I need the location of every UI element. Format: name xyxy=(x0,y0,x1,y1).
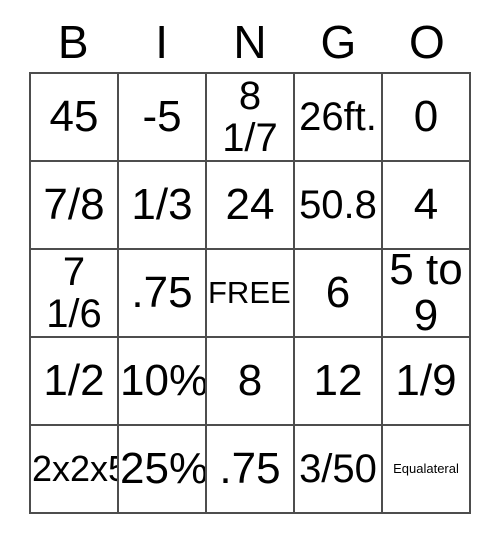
bingo-cell-text: 4 xyxy=(413,179,439,229)
bingo-header-row: B I N G O xyxy=(29,12,471,72)
bingo-cell-i1[interactable]: -5 xyxy=(119,74,207,162)
bingo-cell-text: .75 xyxy=(131,267,193,317)
bingo-cell-text: -5 xyxy=(142,91,182,141)
bingo-cell-text: 10% xyxy=(120,355,207,405)
bingo-cell-g4[interactable]: 12 xyxy=(295,338,383,426)
bingo-card: B I N G O 45 -5 8 1/7 26ft. 0 7/8 1/3 24… xyxy=(0,0,500,544)
bingo-cell-text: 1/9 xyxy=(395,355,457,405)
bingo-cell-o5[interactable]: Equalateral xyxy=(383,426,471,514)
bingo-cell-text: 8 xyxy=(237,355,263,405)
bingo-cell-text: 7 1/6 xyxy=(46,250,102,336)
bingo-cell-n5[interactable]: .75 xyxy=(207,426,295,514)
bingo-cell-o1[interactable]: 0 xyxy=(383,74,471,162)
bingo-cell-text: 24 xyxy=(225,179,275,229)
bingo-cell-text: 1/3 xyxy=(131,179,193,229)
bingo-cell-o3[interactable]: 5 to 9 xyxy=(383,250,471,338)
bingo-cell-i4[interactable]: 10% xyxy=(119,338,207,426)
bingo-cell-i5[interactable]: 25% xyxy=(119,426,207,514)
bingo-cell-o4[interactable]: 1/9 xyxy=(383,338,471,426)
bingo-cell-b5[interactable]: 2x2x5 xyxy=(31,426,119,514)
bingo-cell-g1[interactable]: 26ft. xyxy=(295,74,383,162)
bingo-cell-g2[interactable]: 50.8 xyxy=(295,162,383,250)
bingo-header-letter-n: N xyxy=(233,16,267,68)
bingo-header-letter-o: O xyxy=(408,16,445,68)
bingo-cell-g5[interactable]: 3/50 xyxy=(295,426,383,514)
bingo-cell-free-space[interactable]: FREE! xyxy=(207,250,295,338)
bingo-cell-i3[interactable]: .75 xyxy=(119,250,207,338)
bingo-header-letter-i: I xyxy=(155,16,168,68)
bingo-cell-text: 12 xyxy=(313,355,363,405)
bingo-cell-n4[interactable]: 8 xyxy=(207,338,295,426)
bingo-free-space-label: FREE! xyxy=(208,274,295,310)
bingo-cell-b3[interactable]: 7 1/6 xyxy=(31,250,119,338)
bingo-header-letter-g: G xyxy=(320,16,357,68)
bingo-cell-text: 3/50 xyxy=(299,447,377,491)
bingo-cell-text: 7/8 xyxy=(43,179,105,229)
bingo-cell-text: 45 xyxy=(49,91,99,141)
bingo-header-letter-b: B xyxy=(57,16,89,68)
bingo-cell-text: 8 1/7 xyxy=(222,74,278,160)
bingo-cell-o2[interactable]: 4 xyxy=(383,162,471,250)
bingo-cell-text: Equalateral xyxy=(393,461,459,477)
bingo-cell-text: 5 to 9 xyxy=(389,250,463,338)
bingo-cell-text: .75 xyxy=(219,443,281,493)
bingo-cell-text: 0 xyxy=(413,91,439,141)
bingo-cell-text: 26ft. xyxy=(299,95,377,139)
bingo-cell-text: 2x2x5 xyxy=(32,448,119,490)
bingo-cell-n1[interactable]: 8 1/7 xyxy=(207,74,295,162)
bingo-cell-g3[interactable]: 6 xyxy=(295,250,383,338)
bingo-cell-b4[interactable]: 1/2 xyxy=(31,338,119,426)
bingo-cell-n2[interactable]: 24 xyxy=(207,162,295,250)
bingo-cell-text: 25% xyxy=(120,443,207,493)
bingo-cell-b2[interactable]: 7/8 xyxy=(31,162,119,250)
bingo-grid: 45 -5 8 1/7 26ft. 0 7/8 1/3 24 50.8 4 7 … xyxy=(29,72,471,514)
bingo-cell-i2[interactable]: 1/3 xyxy=(119,162,207,250)
bingo-cell-b1[interactable]: 45 xyxy=(31,74,119,162)
bingo-cell-text: 1/2 xyxy=(43,355,105,405)
bingo-cell-text: 50.8 xyxy=(299,183,377,227)
bingo-cell-text: 6 xyxy=(325,267,351,317)
